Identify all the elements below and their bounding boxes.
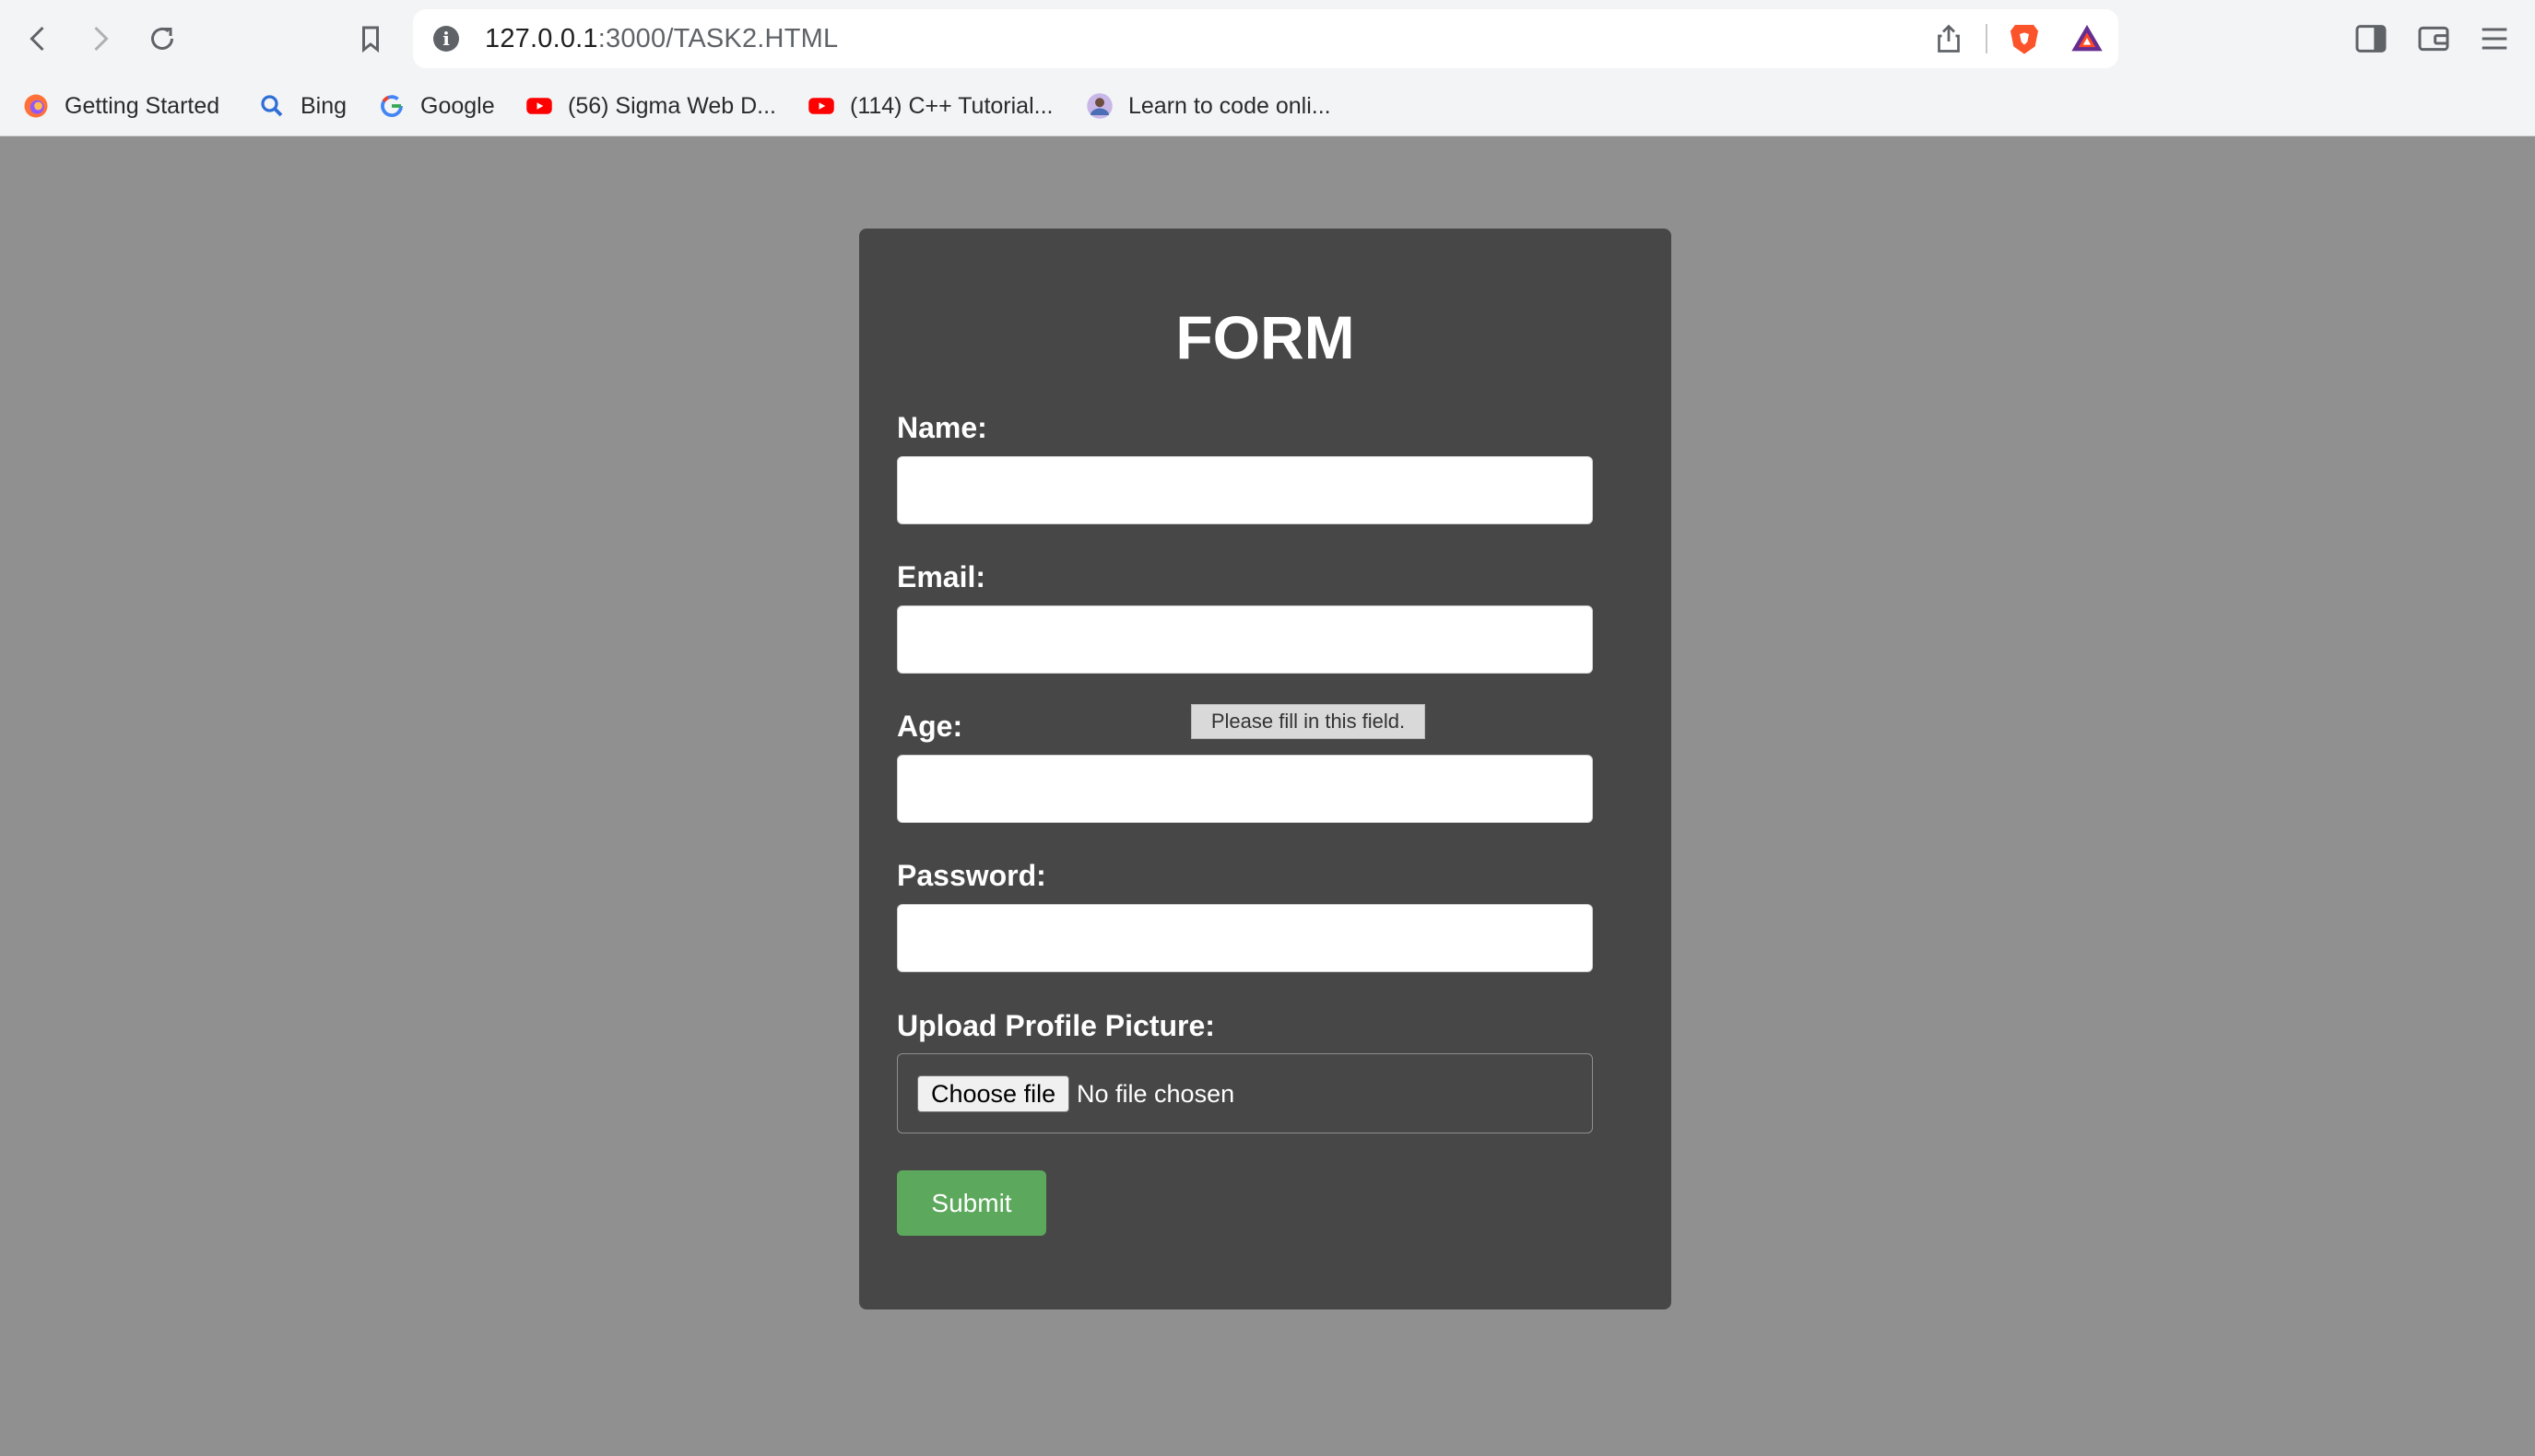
forward-button[interactable] [77,17,122,61]
bookmark-sigma-web[interactable]: (56) Sigma Web D... [525,87,776,125]
bookmark-label: (56) Sigma Web D... [568,92,777,119]
browser-chrome: i 127.0.0.1:3000/TASK2.HTML Getting Star… [0,0,2535,136]
password-label: Password: [897,859,1046,892]
back-button[interactable] [17,17,61,61]
youtube-icon [526,98,552,114]
choose-file-button[interactable]: Choose file [917,1075,1070,1112]
chevron-right-icon [94,26,109,52]
share-icon[interactable] [1932,22,1965,55]
password-input[interactable] [897,904,1593,972]
bookmark-google[interactable]: Google [378,87,495,125]
bing-search-icon [261,95,283,117]
reload-icon [151,27,173,50]
brave-shields-icon[interactable] [2006,20,2043,57]
bookmark-label: Bing [301,92,348,119]
bookmark-label: Learn to code onli... [1128,92,1331,119]
bookmark-button[interactable] [348,17,393,61]
submit-button[interactable]: Submit [897,1170,1046,1236]
email-label: Email: [897,560,986,593]
chevron-left-icon [29,26,44,52]
url-text: 127.0.0.1:3000/TASK2.HTML [485,24,839,53]
wallet-icon[interactable] [2415,20,2452,57]
firefox-icon [24,94,48,118]
name-input[interactable] [897,456,1593,524]
youtube-icon [808,98,834,114]
bookmark-getting-started[interactable]: Getting Started [22,87,219,125]
address-bar-divider [1986,24,1987,53]
menu-icon[interactable] [2476,20,2513,57]
bookmark-label: (114) C++ Tutorial... [850,92,1054,119]
bookmark-cpp-tutorial[interactable]: (114) C++ Tutorial... [808,87,1053,125]
address-bar[interactable]: i 127.0.0.1:3000/TASK2.HTML [413,9,2118,68]
bookmark-label: Getting Started [65,92,220,119]
name-label: Name: [897,411,987,444]
form-title: FORM [1175,303,1355,371]
bookmark-bing[interactable]: Bing [258,87,347,125]
sidebar-toggle-icon[interactable] [2352,20,2389,57]
email-input[interactable] [897,605,1593,674]
validation-tooltip: Please fill in this field. [1191,704,1425,739]
profile-picture-file-input[interactable]: Choose file No file chosen [897,1053,1593,1133]
reload-button[interactable] [140,17,184,61]
bookmark-icon [362,26,379,53]
google-icon [381,95,403,117]
bookmark-learn-to-code[interactable]: Learn to code onli... [1086,87,1331,125]
form-card: FORM Name: Email: Age: Password: Upload … [859,229,1671,1309]
brave-rewards-icon[interactable] [2069,20,2105,57]
browser-toolbar: i 127.0.0.1:3000/TASK2.HTML [0,0,2535,77]
bookmark-label: Google [420,92,495,119]
info-icon[interactable]: i [433,26,459,52]
file-status-text: No file chosen [1077,1080,1235,1108]
bookmarks-bar: Getting Started Bing Google (56) Sigma W… [0,77,2535,136]
avatar-icon [1087,93,1113,119]
age-input[interactable] [897,755,1593,823]
age-label: Age: [897,710,963,743]
upload-profile-picture-label: Upload Profile Picture: [897,1009,1215,1042]
